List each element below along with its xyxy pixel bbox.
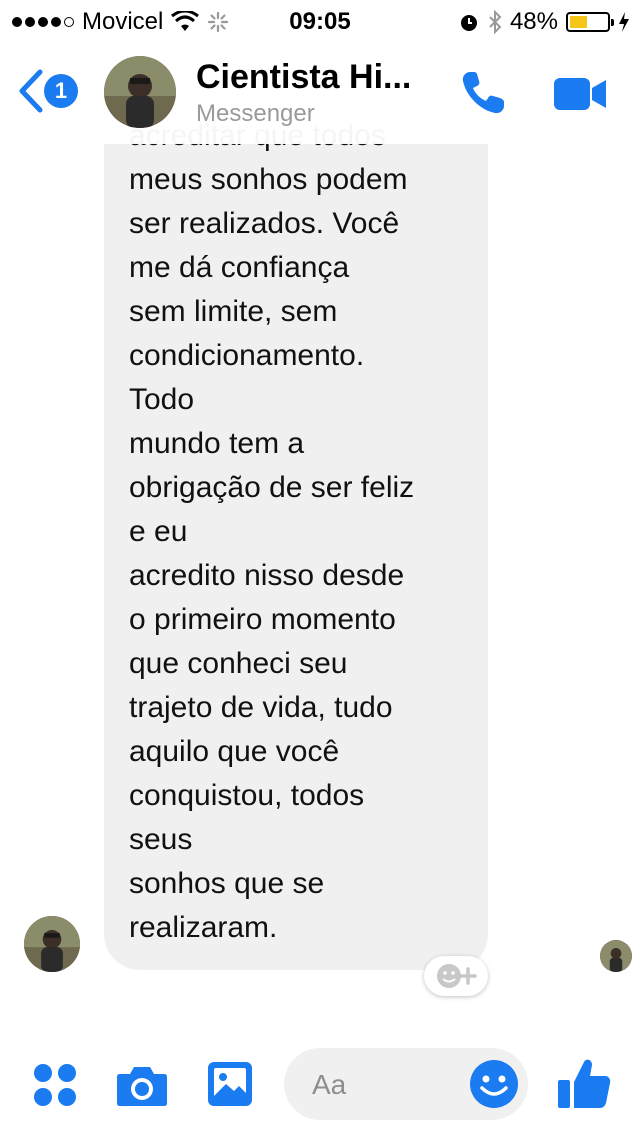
seen-indicator-avatar xyxy=(600,940,632,972)
video-call-button[interactable] xyxy=(552,74,608,119)
back-button[interactable]: 1 xyxy=(16,68,78,114)
conversation-header: 1 Cientista Hi... Messenger xyxy=(0,40,640,144)
battery-level xyxy=(570,16,588,28)
battery-percent: 48% xyxy=(509,8,558,35)
contact-name[interactable]: Cientista Hi... xyxy=(196,58,411,97)
add-reaction-icon xyxy=(437,964,477,988)
image-icon xyxy=(208,1062,252,1106)
smile-icon xyxy=(470,1060,518,1108)
message-text: acreditar que todos meus sonhos podem se… xyxy=(129,114,488,950)
chevron-left-icon xyxy=(19,69,43,113)
grid-icon[interactable] xyxy=(34,1064,76,1106)
message-bubble[interactable]: acreditar que todos meus sonhos podem se… xyxy=(104,80,488,970)
status-right: 48% xyxy=(458,8,630,36)
sender-avatar[interactable] xyxy=(24,916,80,972)
add-reaction-button[interactable] xyxy=(424,956,488,996)
phone-icon xyxy=(462,72,504,114)
avatar-image xyxy=(24,916,80,972)
header-subtitle: Messenger xyxy=(196,100,315,127)
avatar-image xyxy=(600,940,632,972)
message-body: meus sonhos podem ser realizados. Você m… xyxy=(129,163,415,944)
alarm-icon xyxy=(460,15,477,31)
emoji-button[interactable] xyxy=(468,1058,520,1115)
battery-icon xyxy=(566,12,614,32)
message-input-container xyxy=(284,1048,528,1120)
camera-button[interactable] xyxy=(116,1062,168,1113)
bluetooth-icon xyxy=(489,10,502,34)
contact-avatar[interactable] xyxy=(104,56,176,128)
composer-bar xyxy=(0,1036,640,1136)
status-bar: Movicel 09:05 48% xyxy=(0,0,640,40)
message-input[interactable] xyxy=(310,1066,464,1104)
avatar-image xyxy=(104,56,176,128)
call-button[interactable] xyxy=(458,68,508,123)
video-icon xyxy=(554,78,606,110)
like-button[interactable] xyxy=(556,1056,612,1117)
thumbs-up-icon xyxy=(558,1059,611,1108)
gallery-button[interactable] xyxy=(206,1060,254,1113)
camera-icon xyxy=(117,1067,167,1106)
charging-icon xyxy=(619,12,629,32)
unread-badge: 1 xyxy=(44,74,78,108)
